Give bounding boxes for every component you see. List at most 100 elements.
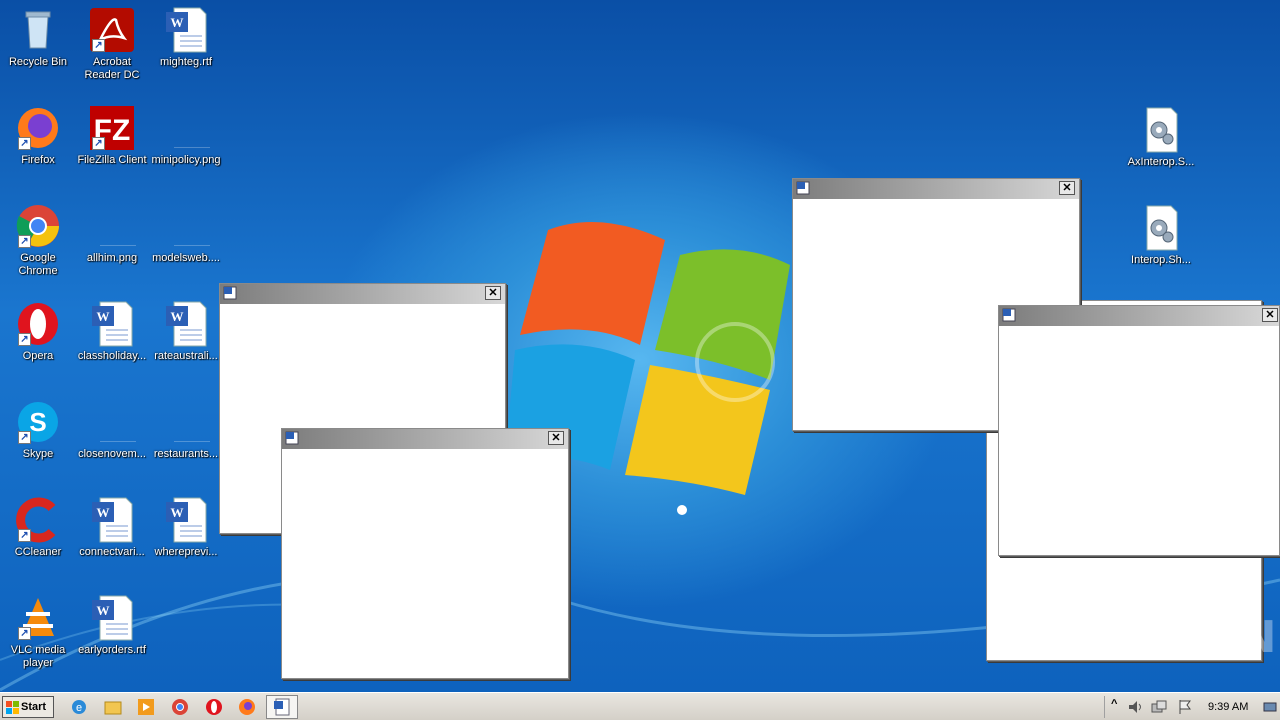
desktop-icon-acrobat[interactable]: ↗ Acrobat Reader DC (74, 6, 150, 82)
show-desktop-button[interactable] (1258, 695, 1280, 719)
desktop-icon-label: rateaustrali... (154, 350, 218, 362)
desktop-icon-label: whereprevi... (154, 546, 218, 558)
desktop-icon-classholiday[interactable]: W classholiday... (74, 300, 150, 363)
svg-text:W: W (97, 603, 110, 618)
blank-window-2[interactable]: ✕ (281, 428, 569, 679)
window-title-bar[interactable]: ✕ (282, 429, 568, 449)
media-player-icon[interactable] (137, 698, 155, 716)
shortcut-arrow-icon: ↗ (92, 137, 105, 150)
word-taskbar-button[interactable] (266, 695, 298, 719)
desktop-icon-label: closenovem... (78, 448, 146, 460)
firefox-icon: ↗ (14, 104, 62, 152)
desktop-icon-google-chrome[interactable]: ↗ Google Chrome (0, 202, 76, 278)
desktop-icon-restaurants[interactable]: restaurants... (148, 398, 224, 461)
vlc-icon: ↗ (14, 594, 62, 642)
word-doc-icon: W (88, 300, 136, 348)
desktop-icon-label: modelsweb.... (152, 252, 220, 264)
desktop-icon-label: mighteg.rtf (160, 56, 212, 68)
folder-explorer-icon[interactable] (104, 698, 122, 716)
desktop-icon-firefox[interactable]: ↗ Firefox (0, 104, 76, 167)
firefox-taskbar-icon[interactable] (238, 698, 256, 716)
clock[interactable]: 9:39 AM (1208, 701, 1248, 713)
file-icon (88, 398, 136, 446)
png-file-icon (88, 202, 136, 250)
desktop-icon-modelsweb[interactable]: modelsweb.... (148, 202, 224, 265)
svg-text:S: S (29, 407, 46, 437)
close-button[interactable]: ✕ (1059, 181, 1075, 195)
shortcut-arrow-icon: ↗ (18, 627, 31, 640)
desktop-icon-skype[interactable]: S ↗ Skype (0, 398, 76, 461)
acrobat-icon: ↗ (88, 6, 136, 54)
window-title-bar[interactable]: ✕ (220, 284, 505, 304)
dll-gear-file-icon (1137, 106, 1185, 154)
opera-icon: ↗ (14, 300, 62, 348)
desktop-icon-vlc[interactable]: ↗ VLC media player (0, 594, 76, 670)
desktop-icon-recycle-bin[interactable]: Recycle Bin (0, 6, 76, 69)
svg-text:e: e (76, 702, 82, 714)
word-doc-icon: W (88, 496, 136, 544)
desktop-icon-label: classholiday... (77, 350, 147, 362)
desktop-icon-label: Recycle Bin (8, 56, 68, 68)
desktop-icon-label: restaurants... (153, 448, 219, 460)
svg-text:W: W (97, 309, 110, 324)
file-icon (162, 202, 210, 250)
word-taskbar-icon (274, 698, 290, 716)
desktop-icon-earlyorders[interactable]: W earlyorders.rtf (74, 594, 150, 657)
desktop-icon-allhim[interactable]: allhim.png (74, 202, 150, 265)
desktop-icon-filezilla[interactable]: FZ ↗ FileZilla Client (74, 104, 150, 167)
taskbar: Start e ^ 9:39 AM (0, 692, 1280, 720)
internet-explorer-icon[interactable]: e (70, 698, 88, 716)
file-icon (162, 398, 210, 446)
word-doc-icon: W (162, 496, 210, 544)
action-center-flag-icon[interactable] (1177, 699, 1193, 715)
desktop-icon-label: Google Chrome (18, 252, 58, 277)
desktop-icon-closenovem[interactable]: closenovem... (74, 398, 150, 461)
word-app-icon (796, 181, 810, 195)
close-button[interactable]: ✕ (485, 286, 501, 300)
desktop-icon-rateaustrali[interactable]: W rateaustrali... (148, 300, 224, 363)
filezilla-icon: FZ ↗ (88, 104, 136, 152)
chrome-icon: ↗ (14, 202, 62, 250)
watermark: ANY RUN (1040, 612, 1279, 663)
windows-flag-icon (6, 701, 19, 714)
desktop-icon-label: FileZilla Client (77, 154, 147, 166)
volume-icon[interactable] (1127, 699, 1143, 715)
show-hidden-icons-button[interactable]: ^ (1111, 698, 1117, 710)
desktop-icon-interop[interactable]: Interop.Sh... (1123, 204, 1199, 267)
desktop-icon-label: Skype (22, 448, 54, 460)
shortcut-arrow-icon: ↗ (92, 39, 105, 52)
ccleaner-icon: ↗ (14, 496, 62, 544)
desktop-icon-label: Acrobat Reader DC (84, 56, 140, 81)
desktop-icon-minipolicy[interactable]: minipolicy.png (148, 104, 224, 167)
desktop-icon-connectvari[interactable]: W connectvari... (74, 496, 150, 559)
desktop-icon-label: minipolicy.png (151, 154, 221, 166)
desktop-icon-ccleaner[interactable]: ↗ CCleaner (0, 496, 76, 559)
desktop-icon-label: VLC media player (10, 644, 66, 669)
window-title-bar[interactable]: ✕ (999, 306, 1279, 326)
desktop-icon-axinterop[interactable]: AxInterop.S... (1123, 106, 1199, 169)
desktop-icon-label: Firefox (21, 154, 55, 166)
window-title-bar[interactable]: ✕ (793, 179, 1079, 199)
word-doc-icon: W (162, 300, 210, 348)
svg-text:W: W (97, 505, 110, 520)
desktop-icon-label: allhim.png (86, 252, 138, 264)
word-doc-icon: W (88, 594, 136, 642)
start-button[interactable]: Start (2, 696, 54, 718)
blank-window-5[interactable]: ✕ (998, 305, 1280, 556)
desktop-icon-label: Opera (22, 350, 54, 362)
desktop-icon-opera[interactable]: ↗ Opera (0, 300, 76, 363)
desktop-icon-whereprevi[interactable]: W whereprevi... (148, 496, 224, 559)
opera-taskbar-icon[interactable] (205, 698, 223, 716)
start-label: Start (21, 701, 47, 713)
network-icon[interactable] (1151, 699, 1167, 715)
dll-gear-file-icon (1137, 204, 1185, 252)
shortcut-arrow-icon: ↗ (18, 431, 31, 444)
png-file-icon (162, 104, 210, 152)
word-doc-icon: W (162, 6, 210, 54)
svg-text:W: W (171, 15, 184, 30)
chrome-taskbar-icon[interactable] (171, 698, 189, 716)
close-button[interactable]: ✕ (548, 431, 564, 445)
desktop-icon-label: Interop.Sh... (1131, 254, 1191, 266)
desktop-icon-mighteg[interactable]: W mighteg.rtf (148, 6, 224, 69)
close-button[interactable]: ✕ (1262, 308, 1278, 322)
